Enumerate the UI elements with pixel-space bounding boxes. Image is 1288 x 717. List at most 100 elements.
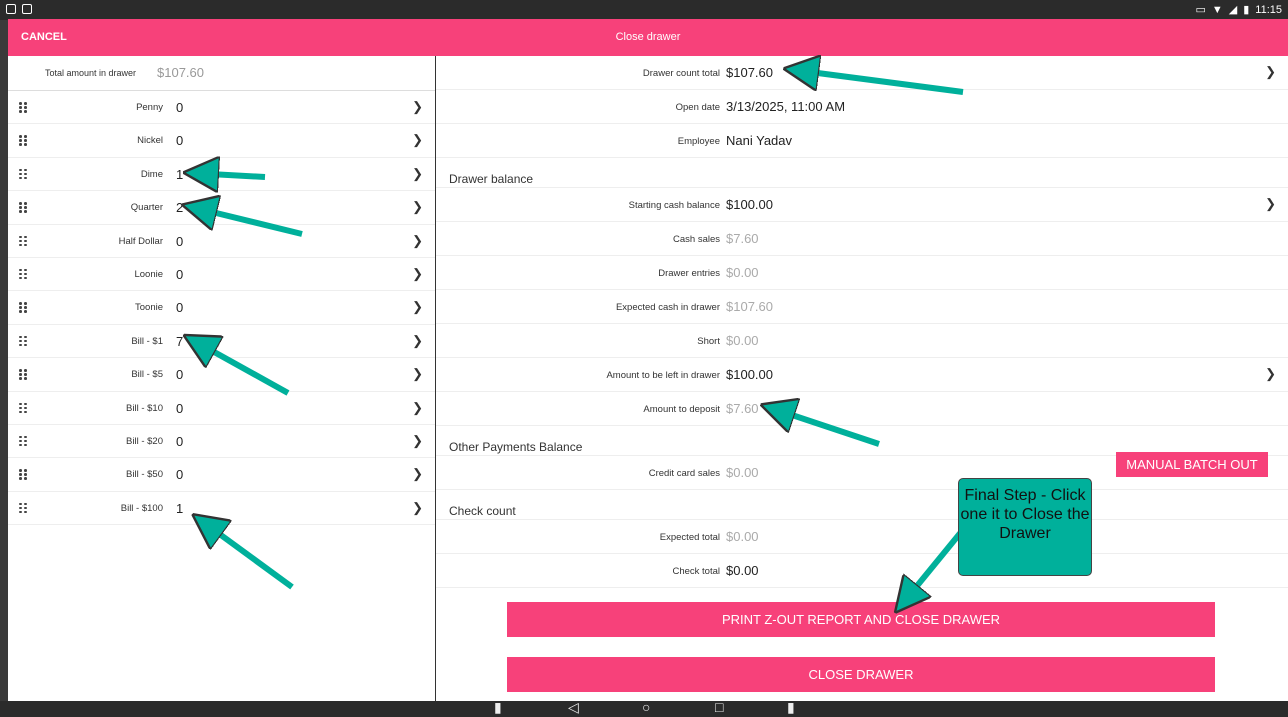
drag-handle-icon[interactable]	[19, 502, 27, 514]
volume-up-icon[interactable]: ▮	[787, 699, 795, 716]
open-date-label: Open date	[675, 102, 720, 113]
denomination-count[interactable]: 0	[176, 434, 183, 449]
close-drawer-screen: CANCEL Close drawer Total amount in draw…	[8, 19, 1288, 701]
summary-panel: Drawer count total $107.60 ❯ Open date 3…	[436, 56, 1288, 701]
drag-handle-icon[interactable]	[19, 235, 27, 247]
check-count-heading: Check count	[436, 490, 1288, 520]
chevron-right-icon[interactable]: ❯	[412, 199, 423, 215]
chevron-right-icon[interactable]: ❯	[1265, 366, 1276, 382]
denomination-row[interactable]: Bill - $100 1 ❯	[8, 492, 435, 526]
denomination-row[interactable]: Nickel 0 ❯	[8, 124, 435, 158]
drawer-entries-row: Drawer entries $0.00	[436, 256, 1288, 290]
denomination-row[interactable]: Half Dollar 0 ❯	[8, 225, 435, 258]
drag-handle-icon[interactable]	[19, 268, 27, 280]
drag-handle-icon[interactable]	[19, 168, 27, 180]
print-z-out-close-drawer-button[interactable]: PRINT Z-OUT REPORT AND CLOSE DRAWER	[507, 602, 1215, 637]
cast-icon: ▭	[1195, 4, 1206, 16]
drag-handle-icon[interactable]	[19, 135, 27, 146]
denomination-label: Bill - $1	[131, 335, 163, 347]
denomination-row[interactable]: Quarter 2 ❯	[8, 191, 435, 225]
denomination-count[interactable]: 7	[176, 334, 183, 349]
denomination-count[interactable]: 0	[176, 267, 183, 282]
denomination-row[interactable]: Bill - $10 0 ❯	[8, 392, 435, 425]
chevron-right-icon[interactable]: ❯	[1265, 64, 1276, 80]
denomination-count[interactable]: 0	[176, 133, 183, 148]
chevron-right-icon[interactable]: ❯	[412, 299, 423, 315]
denomination-count[interactable]: 0	[176, 100, 183, 115]
credit-card-sales-label: Credit card sales	[648, 468, 720, 479]
drawer-balance-heading-text: Drawer balance	[449, 172, 534, 186]
denomination-count[interactable]: 1	[176, 501, 183, 516]
chevron-right-icon[interactable]: ❯	[412, 400, 423, 416]
expected-total-row: Expected total $0.00	[436, 520, 1288, 554]
drag-handle-icon[interactable]	[19, 435, 27, 447]
cash-sales-value: $7.60	[726, 231, 759, 246]
clock: 11:15	[1255, 3, 1282, 16]
back-icon[interactable]: ◁	[568, 699, 579, 716]
drag-handle-icon[interactable]	[19, 469, 27, 480]
total-in-drawer-value: $107.60	[157, 65, 204, 80]
drawer-count-total-row[interactable]: Drawer count total $107.60 ❯	[436, 56, 1288, 90]
manual-batch-out-button[interactable]: MANUAL BATCH OUT	[1116, 452, 1268, 477]
denomination-label: Toonie	[135, 302, 163, 314]
left-in-drawer-value: $100.00	[726, 367, 773, 382]
drag-handle-icon[interactable]	[19, 335, 27, 347]
volume-down-icon[interactable]: ▮	[494, 699, 502, 716]
chevron-right-icon[interactable]: ❯	[412, 500, 423, 516]
recents-icon[interactable]: □	[715, 699, 723, 715]
cash-sales-row: Cash sales $7.60	[436, 222, 1288, 256]
denomination-count[interactable]: 2	[176, 200, 183, 215]
left-in-drawer-row[interactable]: Amount to be left in drawer $100.00 ❯	[436, 358, 1288, 392]
expected-cash-row: Expected cash in drawer $107.60	[436, 290, 1288, 324]
drag-handle-icon[interactable]	[19, 302, 27, 313]
amount-to-deposit-label: Amount to deposit	[643, 404, 720, 415]
denomination-label: Bill - $5	[131, 369, 163, 381]
denomination-label: Bill - $50	[126, 469, 163, 481]
chevron-right-icon[interactable]: ❯	[412, 99, 423, 115]
chevron-right-icon[interactable]: ❯	[412, 333, 423, 349]
credit-card-sales-row: Credit card sales $0.00 MANUAL BATCH OUT	[436, 452, 1288, 490]
denomination-row[interactable]: Bill - $1 7 ❯	[8, 325, 435, 359]
close-drawer-button[interactable]: CLOSE DRAWER	[507, 657, 1215, 692]
denomination-count[interactable]: 0	[176, 367, 183, 382]
denomination-row[interactable]: Bill - $5 0 ❯	[8, 358, 435, 392]
drag-handle-icon[interactable]	[19, 202, 27, 213]
denomination-count[interactable]: 0	[176, 401, 183, 416]
short-label: Short	[697, 336, 720, 347]
chevron-right-icon[interactable]: ❯	[412, 466, 423, 482]
denomination-count[interactable]: 1	[176, 167, 183, 182]
denomination-panel: Total amount in drawer $107.60 Penny 0 ❯ Ni…	[8, 56, 436, 701]
drag-handle-icon[interactable]	[19, 402, 27, 414]
drag-handle-icon[interactable]	[19, 102, 27, 113]
denomination-row[interactable]: Penny 0 ❯	[8, 91, 435, 125]
signal-icon: ◢	[1228, 4, 1238, 16]
denomination-label: Bill - $100	[120, 502, 163, 514]
denomination-count[interactable]: 0	[176, 300, 183, 315]
chevron-right-icon[interactable]: ❯	[412, 132, 423, 148]
denomination-count[interactable]: 0	[176, 467, 183, 482]
chevron-right-icon[interactable]: ❯	[412, 266, 423, 282]
android-nav-bar: ▮ ◁ ○ □ ▮	[0, 699, 1288, 717]
denomination-row[interactable]: Bill - $20 0 ❯	[8, 425, 435, 459]
chevron-right-icon[interactable]: ❯	[412, 433, 423, 449]
chevron-right-icon[interactable]: ❯	[412, 366, 423, 382]
starting-cash-value: $100.00	[726, 197, 773, 212]
chevron-right-icon[interactable]: ❯	[412, 166, 423, 182]
home-icon[interactable]: ○	[642, 699, 650, 715]
left-in-drawer-label: Amount to be left in drawer	[606, 370, 720, 381]
amount-to-deposit-row: Amount to deposit $7.60	[436, 392, 1288, 426]
page-title: Close drawer	[615, 31, 681, 43]
denomination-row[interactable]: Dime 1 ❯	[8, 158, 435, 192]
app-notification-icon	[6, 4, 16, 14]
denomination-row[interactable]: Toonie 0 ❯	[8, 291, 435, 325]
denomination-label: Half Dollar	[118, 235, 163, 247]
starting-cash-row[interactable]: Starting cash balance $100.00 ❯	[436, 188, 1288, 222]
denomination-row[interactable]: Loonie 0 ❯	[8, 258, 435, 292]
denomination-row[interactable]: Bill - $50 0 ❯	[8, 458, 435, 492]
app-header: CANCEL Close drawer	[8, 19, 1288, 56]
message-notification-icon	[22, 4, 32, 14]
drag-handle-icon[interactable]	[19, 369, 27, 380]
denomination-count[interactable]: 0	[176, 234, 183, 249]
chevron-right-icon[interactable]: ❯	[1265, 196, 1276, 212]
chevron-right-icon[interactable]: ❯	[412, 233, 423, 249]
